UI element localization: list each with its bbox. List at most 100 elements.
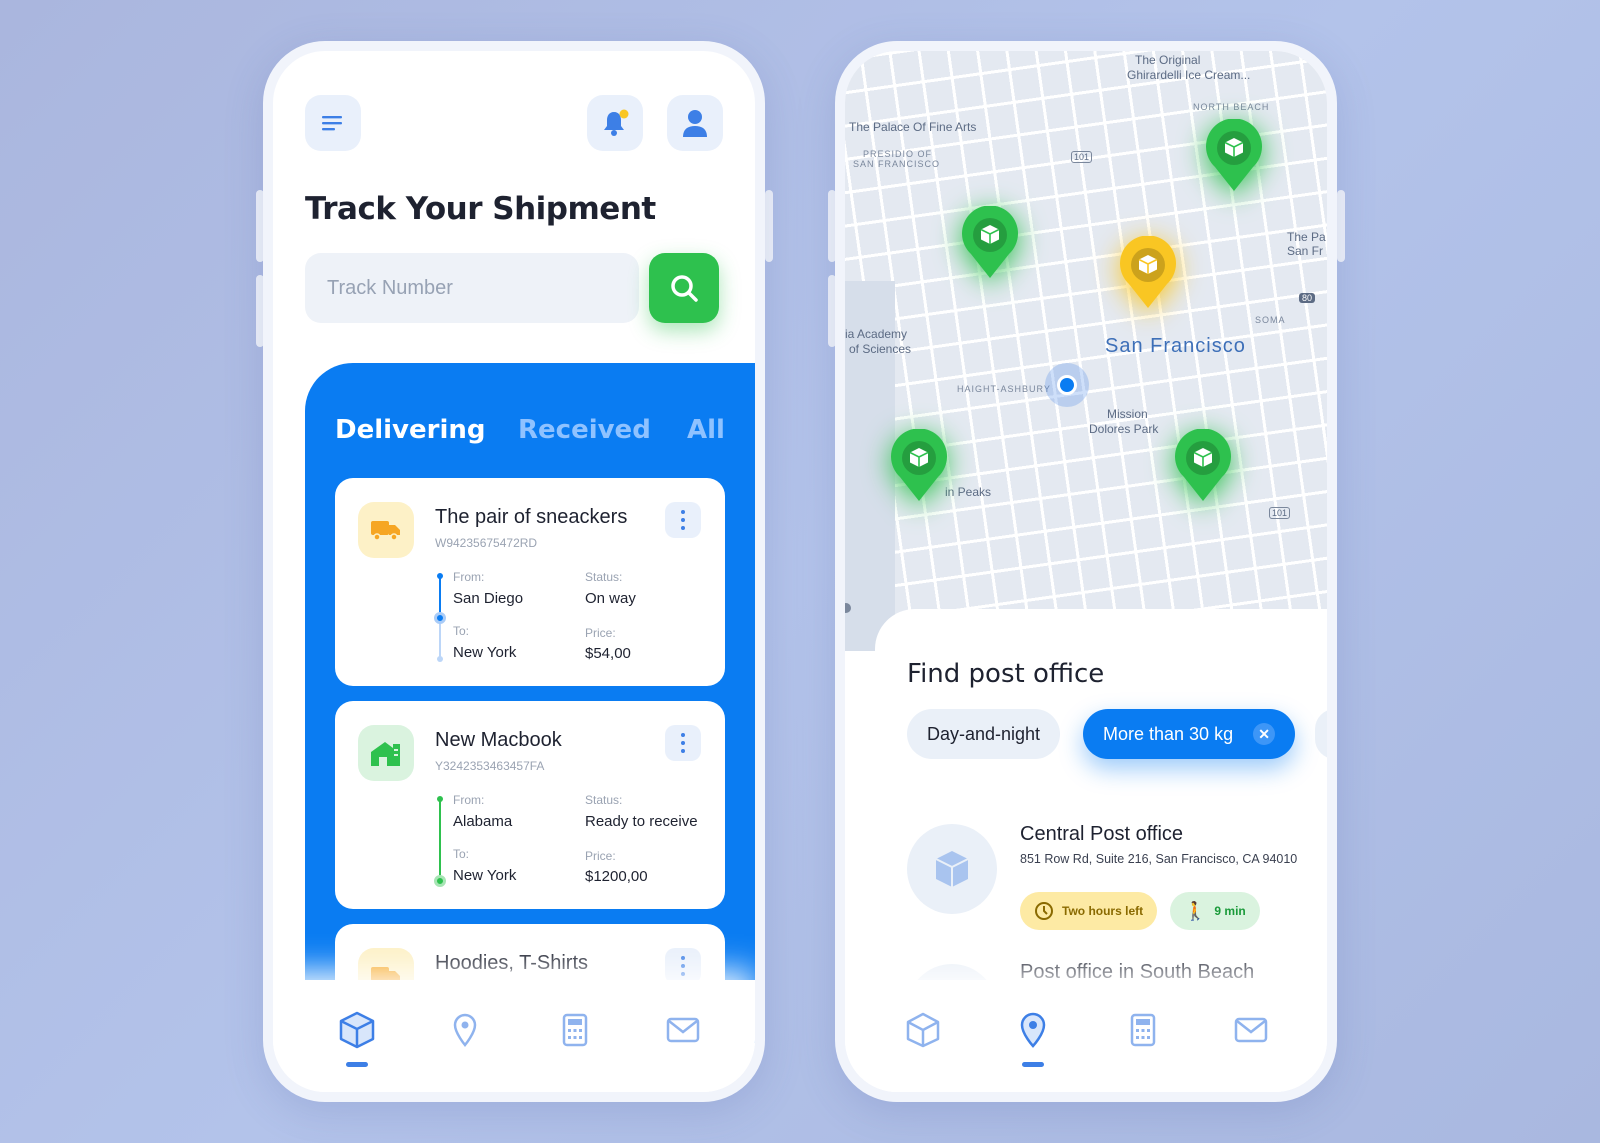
package-map-pin[interactable] [1172,428,1234,503]
tab-received[interactable]: Received [518,415,651,445]
active-indicator [346,1062,368,1067]
calculator-icon [562,1013,588,1047]
mail-icon [1234,1017,1268,1043]
bell-icon [604,109,629,136]
time-left-text: Two hours left [1062,904,1144,918]
to-label: To: [453,624,470,638]
more-vertical-icon [681,510,685,514]
map-label: NORTH BEACH [1193,102,1270,112]
map-label: HAIGHT-ASHBURY [957,384,1051,394]
package-icon [907,824,997,914]
to-label: To: [453,847,470,861]
map-label: The Original [1135,53,1201,67]
search-button[interactable] [649,253,719,323]
route-end-dot [434,875,446,887]
filter-chip-more-than-30kg[interactable]: More than 30 kg ✕ [1083,709,1296,759]
map-label: PRESIDIO OF [863,149,933,159]
bottom-nav [273,980,755,1092]
map-label: SAN FRANCISCO [853,159,941,169]
more-vertical-icon [681,956,685,960]
package-map-pin[interactable] [888,428,950,503]
tab-all[interactable]: All [687,415,725,445]
notifications-button[interactable] [587,95,643,151]
route-progress-dot [434,612,446,624]
time-left-badge: Two hours left [1020,892,1158,930]
status-label: Status: [585,570,623,584]
package-icon [906,1012,940,1048]
map-label-city: San Francisco [1105,335,1246,357]
filter-chip-more[interactable] [1315,709,1327,759]
tab-delivering[interactable]: Delivering [335,415,485,445]
nav-messages[interactable] [1231,1010,1271,1050]
from-value: Alabama [453,813,513,830]
menu-button[interactable] [305,95,361,151]
post-office-screen: The Original Ghirardelli Ice Cream... Th… [835,41,1337,1102]
shipment-card[interactable]: The pair of sneackers W94235675472RD Fro… [335,478,725,686]
route-start-dot [437,573,443,579]
shipments-panel: Delivering Received All The pair of snea… [305,363,755,1092]
close-icon[interactable]: ✕ [1253,723,1276,745]
clock-icon [1035,902,1053,920]
status-value: On way [585,590,636,607]
current-location-dot [1057,375,1077,395]
office-name[interactable]: Central Post office [1020,823,1183,846]
walk-time-badge: 🚶 9 min [1170,892,1260,930]
location-pin-icon [453,1013,477,1047]
package-map-pin[interactable] [959,205,1021,280]
nav-location[interactable] [445,1010,485,1050]
power-button [1337,190,1345,262]
profile-button[interactable] [667,95,723,151]
to-value: New York [453,644,517,661]
from-label: From: [453,570,485,584]
nav-calculator[interactable] [555,1010,595,1050]
price-label: Price: [585,626,616,640]
shipment-name: Hoodies, T-Shirts [435,952,589,974]
nav-calculator[interactable] [1123,1010,1163,1050]
map-label: Mission [1107,407,1148,421]
bottom-nav [845,980,1327,1092]
shipment-name: New Macbook [435,729,562,751]
map-label: The Palace Of Fine Arts [849,120,977,134]
highway-shield: 101 [1269,507,1291,519]
shipment-id: Y3242353463457FA [435,759,545,773]
more-options-button[interactable] [665,725,701,761]
power-button [765,190,773,262]
from-value: San Diego [453,590,524,607]
filter-chip-day-and-night[interactable]: Day-and-night [907,709,1061,759]
track-number-input[interactable] [305,253,639,323]
warehouse-icon [358,725,414,781]
map-label: ia Academy [845,327,908,341]
package-icon [339,1011,375,1049]
map-label: The Pa [1287,230,1326,244]
more-options-button[interactable] [665,948,701,984]
from-label: From: [453,793,485,807]
package-map-pin[interactable] [1117,235,1179,310]
map[interactable]: The Original Ghirardelli Ice Cream... Th… [845,51,1327,651]
to-value: New York [453,867,517,884]
nav-packages[interactable] [903,1010,943,1050]
walk-time-text: 9 min [1214,904,1246,918]
nav-messages[interactable] [663,1010,703,1050]
price-value: $54,00 [585,645,631,662]
active-indicator [1022,1062,1044,1067]
map-label: SOMA [1255,315,1286,325]
more-options-button[interactable] [665,502,701,538]
map-label: Ghirardelli Ice Cream... [1127,68,1251,82]
nav-packages[interactable] [337,1010,377,1050]
office-address: 851 Row Rd, Suite 216, San Francisco, CA… [1020,852,1298,866]
sheet-title: Find post office [907,659,1105,689]
shipment-card[interactable]: New Macbook Y3242353463457FA From: Alaba… [335,701,725,909]
menu-icon [322,116,342,131]
map-label: in Peaks [945,485,992,499]
route-start-dot [437,796,443,802]
mail-icon [666,1017,700,1043]
status-label: Status: [585,793,623,807]
highway-shield: 80 [1299,293,1316,303]
price-value: $1200,00 [585,868,648,885]
more-vertical-icon [681,733,685,737]
package-map-pin[interactable] [1203,118,1265,193]
nav-location[interactable] [1013,1010,1053,1050]
route-line [439,799,441,883]
status-value: Ready to receive [585,813,698,830]
user-icon [683,110,707,137]
